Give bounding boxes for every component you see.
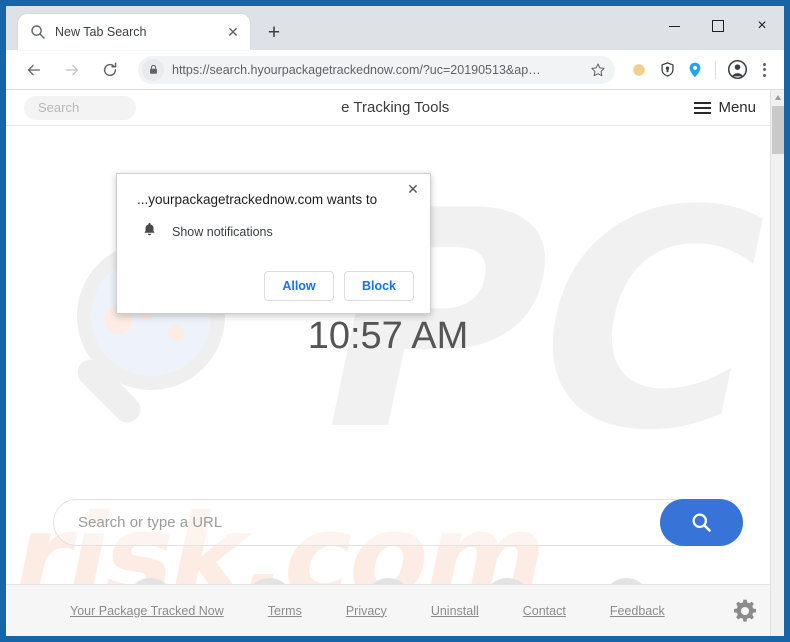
hamburger-icon <box>694 101 712 114</box>
page-search-input[interactable]: Search or type a URL <box>53 499 743 546</box>
url-text: https://search.hyourpackagetrackednow.co… <box>172 62 541 77</box>
close-icon[interactable]: ✕ <box>224 23 242 41</box>
page-viewport: PC risk.com Search e Tracking Tools Menu <box>6 90 784 636</box>
notification-actions: Allow Block <box>137 271 414 301</box>
search-icon <box>692 513 711 532</box>
new-tab-button[interactable]: + <box>260 18 288 46</box>
site-menu-button[interactable]: Menu <box>694 99 756 116</box>
location-pin-extension-icon[interactable] <box>683 58 707 82</box>
browser-tab[interactable]: New Tab Search ✕ <box>18 14 250 50</box>
scrollbar-thumb[interactable] <box>772 106 784 154</box>
shield-extension-icon[interactable] <box>655 58 679 82</box>
toolbar-divider <box>715 60 716 79</box>
page-search-button[interactable] <box>660 499 743 546</box>
profile-avatar-icon[interactable] <box>724 57 750 83</box>
scroll-up-icon[interactable] <box>771 90 784 105</box>
notification-permission-dialog: ✕ ...yourpackagetrackednow.com wants to … <box>116 173 431 314</box>
bell-icon <box>141 221 158 243</box>
reload-button[interactable] <box>96 56 124 84</box>
footer-link-uninstall[interactable]: Uninstall <box>431 604 479 618</box>
page-search: Search or type a URL <box>53 499 743 546</box>
site-menu-label: Menu <box>718 99 756 116</box>
allow-button[interactable]: Allow <box>264 271 334 301</box>
site-footer: Your Package Tracked Now Terms Privacy U… <box>6 584 770 636</box>
footer-link-your-package-tracked-now[interactable]: Your Package Tracked Now <box>70 604 224 618</box>
search-icon <box>30 24 46 40</box>
maximize-button[interactable] <box>696 6 740 46</box>
window-controls: × <box>652 6 784 46</box>
os-window-frame: New Tab Search ✕ + × https://search.hyou… <box>0 0 790 642</box>
address-bar[interactable]: https://search.hyourpackagetrackednow.co… <box>138 55 615 84</box>
page-scrollbar[interactable] <box>770 90 784 636</box>
back-button[interactable] <box>20 56 48 84</box>
gear-icon[interactable] <box>732 598 758 624</box>
clock-display: 10:57 AM <box>307 315 469 357</box>
puzzle-extension-icon[interactable] <box>627 58 651 82</box>
browser-tab-strip: New Tab Search ✕ + × <box>6 6 784 50</box>
notification-origin-text: ...yourpackagetrackednow.com wants to <box>137 192 378 207</box>
lock-icon <box>142 58 164 81</box>
footer-link-privacy[interactable]: Privacy <box>346 604 387 618</box>
footer-link-contact[interactable]: Contact <box>523 604 566 618</box>
browser-toolbar: https://search.hyourpackagetrackednow.co… <box>6 50 784 90</box>
footer-link-terms[interactable]: Terms <box>268 604 302 618</box>
site-header: Search e Tracking Tools Menu <box>6 90 770 126</box>
star-icon[interactable] <box>587 59 609 81</box>
footer-link-feedback[interactable]: Feedback <box>610 604 665 618</box>
block-button[interactable]: Block <box>344 271 414 301</box>
three-dot-menu-icon[interactable] <box>752 57 776 83</box>
browser-window: New Tab Search ✕ + × https://search.hyou… <box>6 6 784 636</box>
browser-tab-title: New Tab Search <box>55 25 147 39</box>
close-icon[interactable]: ✕ <box>404 180 422 198</box>
minimize-button[interactable] <box>652 6 696 46</box>
forward-button[interactable] <box>58 56 86 84</box>
site-title: e Tracking Tools <box>341 99 450 116</box>
notification-permission-label: Show notifications <box>172 225 273 239</box>
notification-permission-row: Show notifications <box>137 221 414 243</box>
close-window-button[interactable]: × <box>740 6 784 46</box>
